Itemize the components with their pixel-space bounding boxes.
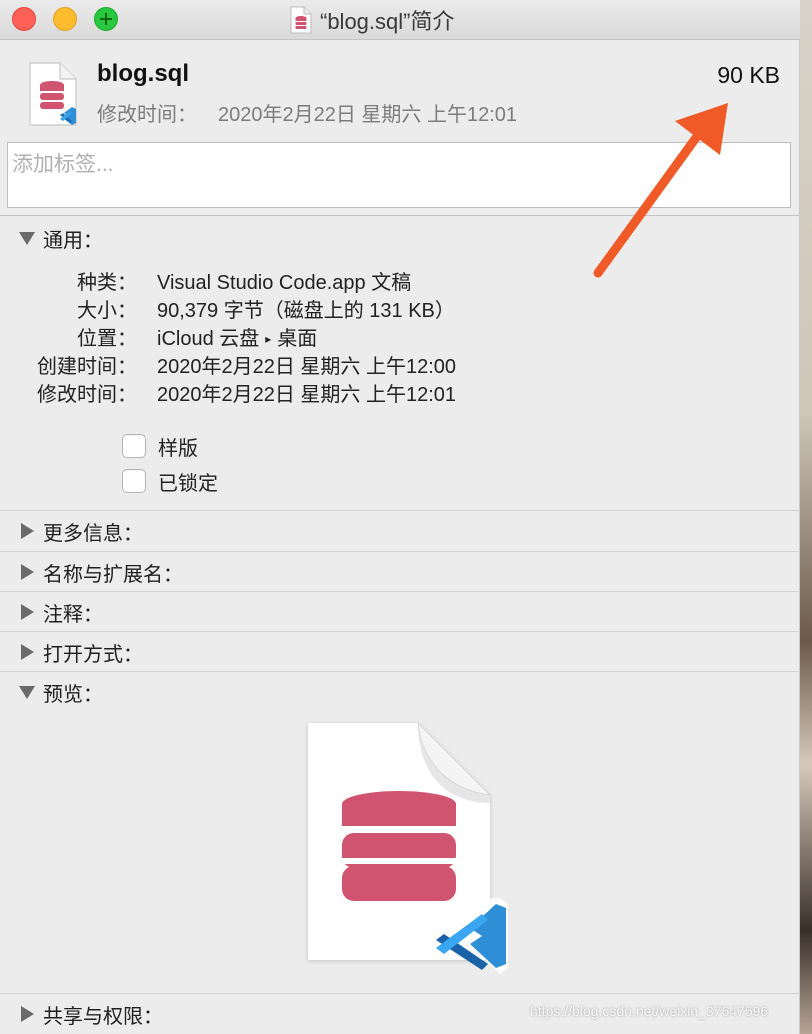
section-open-with-label: 打开方式： <box>43 643 143 666</box>
section-open-with-header[interactable]: 打开方式： <box>0 633 800 671</box>
desktop-background <box>798 0 812 1034</box>
sql-file-icon <box>290 6 312 34</box>
tags-placeholder: 添加标签... <box>12 153 114 176</box>
section-more-info-header[interactable]: 更多信息： <box>0 512 800 550</box>
created-label: 创建时间： <box>37 356 137 378</box>
modified-value: 2020年2月22日 星期六 上午12:01 <box>218 104 518 126</box>
kind-label: 种类： <box>77 272 137 294</box>
info-row-modified: 修改时间： 2020年2月22日 星期六 上午12:01 <box>0 378 800 406</box>
location-value: iCloud 云盘 ▸ 桌面 <box>157 322 317 351</box>
section-comments-label: 注释： <box>43 603 103 626</box>
disclosure-collapsed-icon[interactable] <box>18 1005 36 1023</box>
section-general-label: 通用： <box>43 229 103 252</box>
size-value: 90,379 字节（磁盘上的 131 KB） <box>157 300 455 322</box>
title-bar[interactable]: “blog.sql”简介 <box>0 0 800 40</box>
sql-file-icon <box>29 62 77 126</box>
stationery-checkbox[interactable] <box>122 434 146 458</box>
section-preview-header[interactable]: 预览： <box>0 673 800 711</box>
created-value: 2020年2月22日 星期六 上午12:00 <box>157 356 457 378</box>
section-name-ext-label: 名称与扩展名： <box>43 563 183 586</box>
locked-checkbox[interactable] <box>122 469 146 493</box>
section-name-ext-header[interactable]: 名称与扩展名： <box>0 553 800 591</box>
stationery-checkbox-row[interactable]: 样版 <box>122 432 198 460</box>
section-preview-label: 预览： <box>43 683 103 706</box>
section-sharing-label: 共享与权限： <box>43 1005 163 1028</box>
watermark: https://blog.csdn.net/weixin_37647596 <box>530 1003 769 1019</box>
close-button[interactable] <box>12 7 36 31</box>
info-row-location: 位置： iCloud 云盘 ▸ 桌面 <box>0 322 800 350</box>
location-label: 位置： <box>77 328 137 350</box>
size-label: 大小： <box>77 300 137 322</box>
divider <box>0 591 800 592</box>
modified-label: 修改时间： <box>97 104 197 126</box>
minimize-button[interactable] <box>53 7 77 31</box>
disclosure-expanded-icon[interactable] <box>18 229 36 247</box>
window-title: “blog.sql”简介 <box>290 4 454 36</box>
info-row-created: 创建时间： 2020年2月22日 星期六 上午12:00 <box>0 350 800 378</box>
locked-label: 已锁定 <box>158 472 218 495</box>
kind-value: Visual Studio Code.app 文稿 <box>157 272 412 294</box>
divider <box>0 993 800 994</box>
section-more-info-label: 更多信息： <box>43 522 143 545</box>
disclosure-expanded-icon[interactable] <box>18 683 36 701</box>
path-arrow-icon: ▸ <box>265 332 272 346</box>
location-icloud: iCloud 云盘 <box>157 328 260 350</box>
divider <box>0 510 800 511</box>
stationery-label: 样版 <box>158 437 198 460</box>
divider <box>0 631 800 632</box>
disclosure-collapsed-icon[interactable] <box>18 522 36 540</box>
annotation-arrow-icon <box>593 103 728 278</box>
disclosure-collapsed-icon[interactable] <box>18 563 36 581</box>
divider <box>0 551 800 552</box>
sql-file-preview-icon <box>308 721 508 974</box>
modified-row-label: 修改时间： <box>37 384 137 406</box>
modified-row-value: 2020年2月22日 星期六 上午12:01 <box>157 384 457 406</box>
info-row-size: 大小： 90,379 字节（磁盘上的 131 KB） <box>0 294 800 322</box>
location-desktop: 桌面 <box>277 328 318 350</box>
file-size: 90 KB <box>717 62 780 88</box>
window-title-text: “blog.sql”简介 <box>320 9 455 34</box>
file-name: blog.sql <box>97 60 189 87</box>
disclosure-collapsed-icon[interactable] <box>18 643 36 661</box>
locked-checkbox-row[interactable]: 已锁定 <box>122 467 218 495</box>
disclosure-collapsed-icon[interactable] <box>18 603 36 621</box>
divider <box>0 671 800 672</box>
zoom-button[interactable] <box>94 7 118 31</box>
section-comments-header[interactable]: 注释： <box>0 593 800 631</box>
